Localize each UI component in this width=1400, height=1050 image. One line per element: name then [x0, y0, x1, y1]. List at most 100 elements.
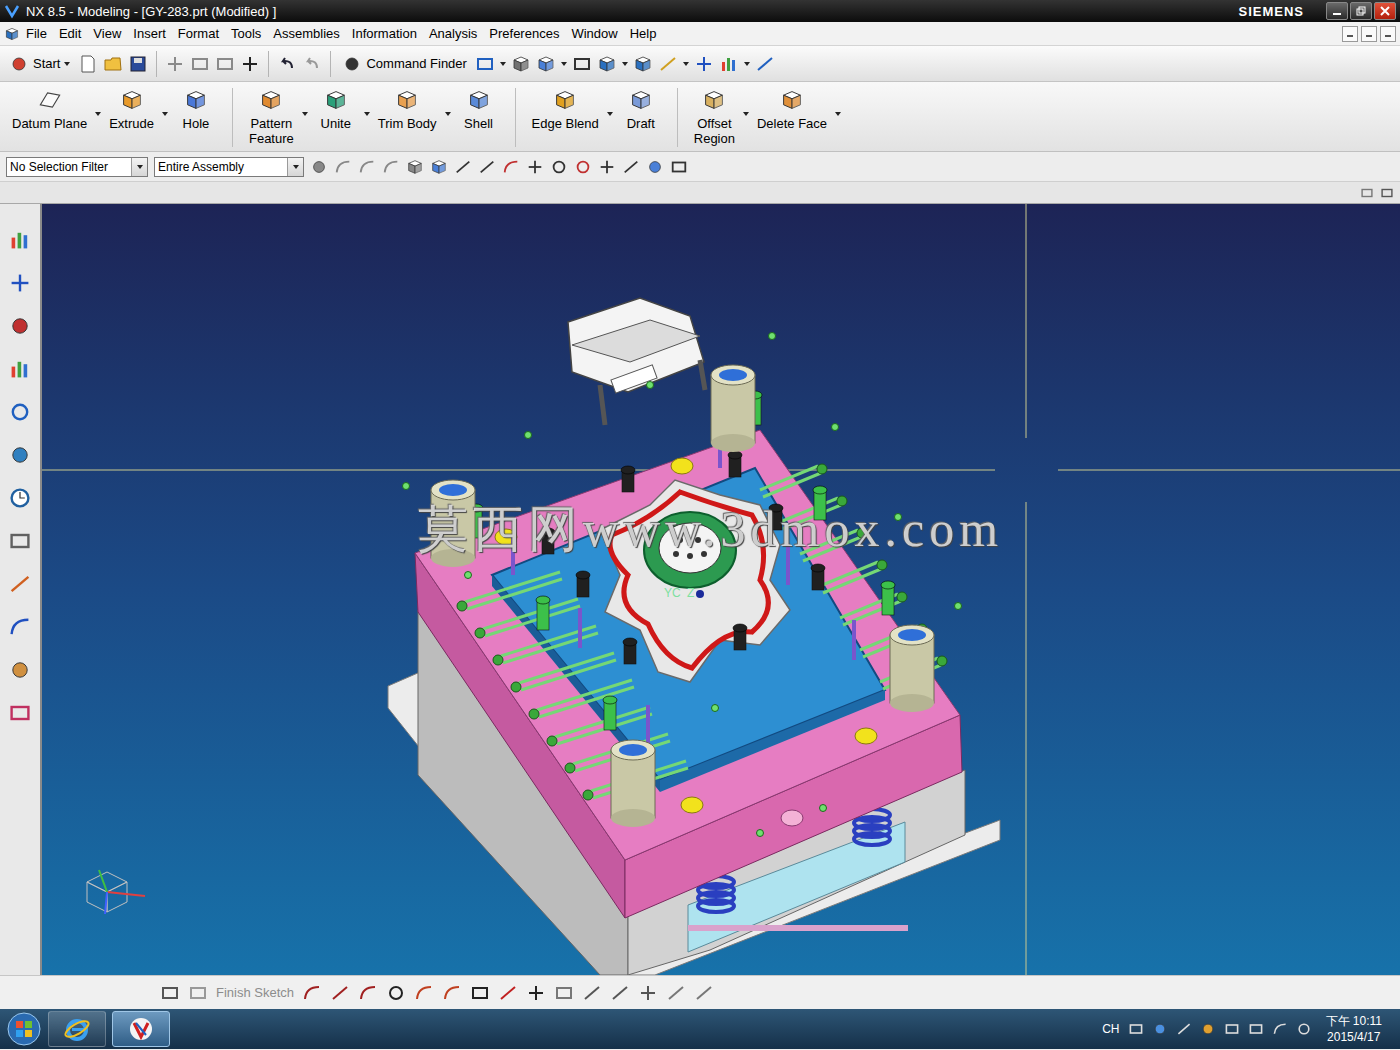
ejector-pin[interactable]: [578, 608, 582, 648]
screw[interactable]: [728, 451, 742, 477]
feature-button[interactable]: PatternFeature: [241, 86, 302, 148]
graphics-window[interactable]: YCZ莫西网www.3dmox.com: [42, 204, 1400, 975]
screw[interactable]: [576, 571, 590, 597]
slider[interactable]: [568, 298, 705, 425]
sketch-icon: [160, 983, 180, 1003]
dropdown-arrow-icon[interactable]: [95, 112, 101, 116]
cooling-pipe[interactable]: [820, 560, 887, 593]
dropdown-arrow-icon[interactable]: [743, 112, 749, 116]
yellow-cap[interactable]: [855, 728, 877, 744]
feature-button[interactable]: Extrude: [101, 86, 162, 133]
view-triad-icon[interactable]: [87, 870, 145, 914]
dropdown-arrow-icon[interactable]: [302, 112, 308, 116]
restore-icon: [1356, 6, 1366, 16]
combo-arrow[interactable]: [287, 158, 303, 176]
selection-scope[interactable]: Entire Assembly: [154, 157, 304, 177]
guide-bushing[interactable]: [611, 740, 655, 827]
cooling-pipe[interactable]: [511, 653, 616, 692]
finish-sketch-button[interactable]: Finish Sketch: [216, 985, 294, 1000]
menu-item[interactable]: Format: [172, 26, 225, 41]
menu-item[interactable]: Tools: [225, 26, 267, 41]
input-language[interactable]: CH: [1102, 1022, 1119, 1036]
feature-button[interactable]: OffsetRegion: [686, 86, 743, 148]
mdi-button[interactable]: [1380, 26, 1396, 42]
screw[interactable]: [621, 466, 635, 492]
guide-bushing[interactable]: [711, 365, 755, 452]
feature-button[interactable]: Hole: [168, 86, 224, 133]
feature-button[interactable]: Trim Body: [370, 86, 445, 133]
tray-app-icon: [1200, 1021, 1216, 1037]
taskbar-button[interactable]: [112, 1011, 170, 1047]
menu-item[interactable]: Insert: [127, 26, 172, 41]
dropdown-arrow-icon[interactable]: [835, 112, 841, 116]
taskbar-button[interactable]: [48, 1011, 106, 1047]
dropdown-arrow-icon[interactable]: [162, 112, 168, 116]
minimize-button[interactable]: [1326, 2, 1348, 20]
restore-button[interactable]: [1350, 2, 1372, 20]
screw[interactable]: [536, 596, 550, 630]
close-button[interactable]: [1374, 2, 1396, 20]
yellow-cap[interactable]: [681, 797, 703, 813]
screw[interactable]: [603, 696, 617, 730]
selection-filter-value: No Selection Filter: [7, 158, 131, 176]
cut-icon: [165, 54, 185, 74]
cooling-pipe[interactable]: [529, 680, 634, 719]
ejector-pin[interactable]: [852, 620, 856, 660]
screw[interactable]: [881, 581, 895, 615]
screw[interactable]: [623, 638, 637, 664]
start-button[interactable]: Start: [6, 52, 73, 76]
menu-item[interactable]: File: [20, 26, 53, 41]
feature-group: Extrude: [101, 86, 168, 149]
menu-item[interactable]: Assemblies: [267, 26, 345, 41]
point-icon: [526, 983, 546, 1003]
menu-item[interactable]: View: [87, 26, 127, 41]
menu-item[interactable]: Help: [624, 26, 663, 41]
guide-bushing[interactable]: [890, 625, 934, 712]
selection-filter[interactable]: No Selection Filter: [6, 157, 148, 177]
clock[interactable]: 下午 10:112015/4/17: [1320, 1013, 1388, 1045]
menu-item[interactable]: Edit: [53, 26, 87, 41]
windows-start-icon[interactable]: [6, 1011, 42, 1047]
dropdown-arrow-icon[interactable]: [607, 112, 613, 116]
feature-button[interactable]: Shell: [451, 86, 507, 133]
graphics-canvas[interactable]: YCZ: [42, 204, 1400, 975]
feature-button[interactable]: Draft: [613, 86, 669, 133]
ejector-pin[interactable]: [646, 705, 650, 745]
feature-button[interactable]: Unite: [308, 86, 364, 133]
dropdown-arrow-icon[interactable]: [683, 62, 689, 66]
cooling-pipe[interactable]: [475, 599, 580, 638]
screw[interactable]: [733, 624, 747, 650]
menu-item[interactable]: Preferences: [483, 26, 565, 41]
open-icon: [103, 54, 123, 74]
dropdown-arrow-icon[interactable]: [293, 165, 299, 169]
dropdown-arrow-icon[interactable]: [744, 62, 750, 66]
menu-item[interactable]: Analysis: [423, 26, 483, 41]
manufacturing-wizards-icon: [8, 615, 32, 639]
menu-item[interactable]: Information: [346, 26, 423, 41]
dropdown-arrow-icon[interactable]: [364, 112, 370, 116]
feature-button[interactable]: Delete Face: [749, 86, 835, 133]
dropdown-arrow-icon[interactable]: [64, 62, 70, 66]
dropdown-arrow-icon[interactable]: [445, 112, 451, 116]
mdi-close-icon: [1384, 30, 1392, 38]
feature-button[interactable]: Datum Plane: [4, 86, 95, 133]
cooling-pipe[interactable]: [840, 592, 907, 625]
combo-arrow[interactable]: [131, 158, 147, 176]
screw[interactable]: [811, 564, 825, 590]
select-body-icon: [358, 158, 376, 176]
menu-item[interactable]: Window: [565, 26, 623, 41]
dropdown-arrow-icon[interactable]: [561, 62, 567, 66]
cooling-pipe[interactable]: [493, 626, 598, 665]
background-icon: [572, 54, 592, 74]
title-bar[interactable]: NX 8.5 - Modeling - [GY-283.prt (Modifie…: [0, 0, 1400, 22]
mold-assembly[interactable]: YCZ: [388, 298, 1000, 975]
yellow-cap[interactable]: [671, 458, 693, 474]
cooling-pipe[interactable]: [760, 464, 827, 497]
dropdown-arrow-icon[interactable]: [500, 62, 506, 66]
mdi-button[interactable]: [1342, 26, 1358, 42]
dropdown-arrow-icon[interactable]: [622, 62, 628, 66]
command-finder-button[interactable]: Command Finder: [339, 52, 469, 76]
feature-button[interactable]: Edge Blend: [524, 86, 607, 133]
dropdown-arrow-icon[interactable]: [137, 165, 143, 169]
mdi-button[interactable]: [1361, 26, 1377, 42]
